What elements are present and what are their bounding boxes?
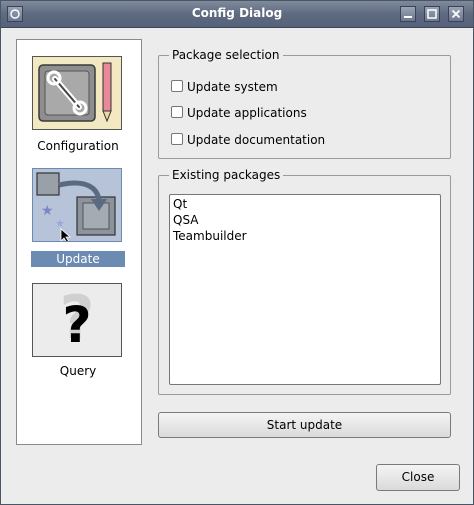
icon-label: Query: [59, 364, 97, 378]
minimize-icon[interactable]: [400, 6, 416, 22]
svg-text:?: ?: [62, 296, 91, 354]
checkbox-label: Update documentation: [187, 133, 326, 147]
list-item[interactable]: QSA: [173, 212, 199, 228]
page-icon-list[interactable]: Configuration ★ ★ Update ? ? Query: [16, 39, 142, 445]
list-item[interactable]: Teambuilder: [173, 228, 247, 244]
icon-label: Update: [31, 251, 125, 267]
close-icon[interactable]: [448, 6, 464, 22]
update-icon: ★ ★: [32, 168, 122, 244]
checkbox-label: Update applications: [187, 106, 307, 120]
group-title: Existing packages: [169, 167, 284, 183]
list-item[interactable]: Qt: [173, 196, 187, 212]
config-dialog-window: Config Dialog Configuration ★ ★ Update ?…: [0, 0, 474, 505]
title-bar[interactable]: Config Dialog: [1, 1, 473, 28]
group-title: Package selection: [169, 47, 283, 63]
checkbox-box[interactable]: [171, 80, 183, 92]
close-button[interactable]: Close: [376, 464, 460, 491]
checkbox-box[interactable]: [171, 106, 183, 118]
configuration-icon: [32, 56, 122, 130]
packages-list[interactable]: Qt QSA Teambuilder: [169, 194, 441, 385]
icon-label: Configuration: [37, 139, 119, 153]
existing-packages-group: Existing packages Qt QSA Teambuilder: [158, 167, 451, 395]
query-icon: ? ?: [32, 283, 122, 357]
svg-text:★: ★: [55, 217, 65, 230]
start-update-button[interactable]: Start update: [158, 412, 451, 438]
package-selection-group: Package selection Update system Update a…: [158, 47, 451, 159]
svg-text:★: ★: [41, 203, 54, 219]
checkbox-label: Update system: [187, 80, 278, 94]
maximize-icon[interactable]: [424, 6, 440, 22]
checkbox-box[interactable]: [171, 133, 183, 145]
